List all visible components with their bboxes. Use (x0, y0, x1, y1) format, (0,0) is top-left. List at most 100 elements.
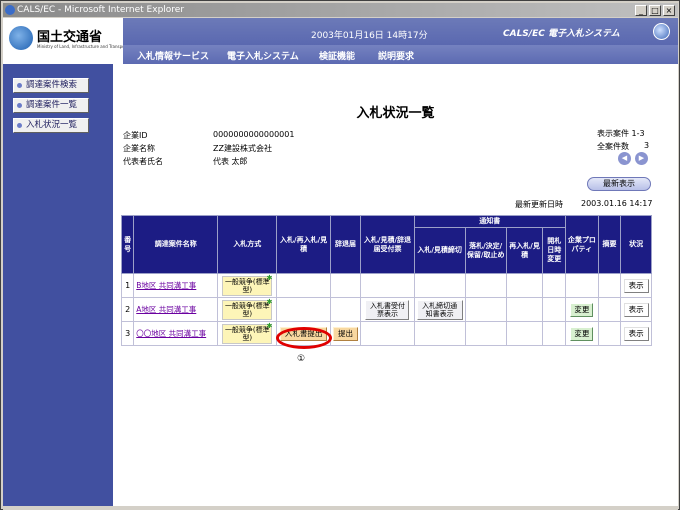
header-notice-bid: 入札/見積締切 (413, 227, 466, 274)
browser-window: CALS/EC - Microsoft Internet Explorer _ … (0, 0, 680, 510)
method-label: 一般競争(標準型) ✱ (222, 321, 273, 344)
sidebar-item-label: 入札状況一覧 (26, 120, 78, 130)
withdraw-submit-button[interactable]: 提出 (333, 326, 359, 341)
flag-icon: ✱ (266, 273, 273, 282)
row-status-cell: 表示 (620, 273, 652, 298)
header-name: 調達案件名称 (133, 215, 219, 274)
row-notice-date-cell (542, 273, 566, 298)
menu-verify[interactable]: 検証機能 (319, 49, 355, 62)
method-label: 一般競争(標準型) ✱ (222, 297, 273, 320)
last-updated: 2003.01.16 14:17 (581, 199, 653, 208)
row-summary-cell (597, 297, 622, 322)
deadline-notice-view-button[interactable]: 入札締切通知書表示 (416, 299, 463, 320)
ie-icon (5, 5, 15, 15)
header-band: 2003年01月16日 14時17分 CALS/EC 電子入札システム 入札情報… (123, 18, 678, 64)
row-name-cell: 〇〇地区 共同溝工事 (133, 321, 219, 346)
menu-explain-request[interactable]: 説明要求 (378, 49, 414, 62)
project-link[interactable]: 〇〇地区 共同溝工事 (136, 329, 206, 338)
company-name: ZZ建設株式会社 (213, 144, 272, 153)
row-notice-bid-cell: 入札締切通知書表示 (413, 297, 466, 322)
row-notice-decision-cell (464, 273, 507, 298)
row-method-cell: 一般競争(標準型) ✱ (217, 297, 278, 322)
flag-icon: ✱ (266, 297, 273, 306)
status-show-button[interactable]: 表示 (623, 326, 649, 341)
row-num: 1 (120, 273, 135, 298)
row-company-cell: 変更 (564, 297, 599, 322)
row-notice-date-cell (542, 297, 566, 322)
minimize-button[interactable]: _ (635, 5, 647, 16)
header-notice-decision: 落札/決定/保留/取止め (464, 227, 507, 274)
prev-page-icon[interactable]: ◀ (618, 152, 631, 165)
row-summary-cell (597, 273, 622, 298)
row-withdraw-cell (329, 297, 362, 322)
main-content: 入札状況一覧 企業ID 0000000000000001 企業名称 ZZ建設株式… (113, 64, 678, 506)
display-count: 表示案件 1-3 (597, 129, 645, 138)
row-method-cell: 一般競争(標準型) ✱ (217, 273, 278, 298)
row-company-cell (564, 273, 599, 298)
row-receipt-cell (360, 321, 415, 346)
row-company-cell: 変更 (564, 321, 599, 346)
row-num: 2 (120, 297, 135, 322)
system-name: CALS/EC 電子入札システム (503, 29, 620, 39)
receipt-view-button[interactable]: 入札書受付票表示 (365, 299, 410, 320)
org-name: 国土交通省 (37, 30, 103, 45)
sidebar-item-search[interactable]: 調達案件検索 (13, 78, 89, 93)
header-status: 状況 (620, 215, 652, 274)
header-notice-date: 開札日時変更 (542, 227, 566, 274)
org-sub: Ministry of Land, Infrastructure and Tra… (37, 44, 128, 49)
rep-name: 代表 太郎 (213, 157, 248, 166)
help-icon[interactable] (653, 23, 670, 40)
close-button[interactable]: × (663, 5, 675, 16)
status-show-button[interactable]: 表示 (623, 278, 649, 293)
row-withdraw-cell (329, 273, 362, 298)
row-summary-cell (597, 321, 622, 346)
row-notice-rebid-cell (505, 321, 544, 346)
total-count-label: 全案件数 (597, 142, 629, 151)
company-change-button[interactable]: 変更 (570, 326, 594, 341)
bid-status-table: 番号 調達案件名称 入札方式 入札/再入札/見積 辞退届 入札/見積/辞退届受付… (120, 215, 652, 346)
bullet-icon (17, 103, 22, 108)
project-link[interactable]: A地区 共同溝工事 (136, 305, 196, 314)
refresh-button[interactable]: 最新表示 (587, 177, 651, 191)
sidebar-item-status[interactable]: 入札状況一覧 (13, 118, 89, 133)
maximize-button[interactable]: □ (649, 5, 661, 16)
row-method-cell: 一般競争(標準型) ✱ (217, 321, 278, 346)
company-id: 0000000000000001 (213, 130, 295, 139)
next-page-icon[interactable]: ▶ (635, 152, 648, 165)
sidebar-item-list[interactable]: 調達案件一覧 (13, 98, 89, 113)
row-notice-bid-cell (413, 321, 466, 346)
header-company: 企業プロパティ (564, 215, 599, 274)
company-change-button[interactable]: 変更 (570, 302, 594, 317)
row-notice-decision-cell (464, 297, 507, 322)
header-notice-group: 通知書 (413, 215, 566, 228)
menu-bar: 入札情報サービス 電子入札システム 検証機能 説明要求 (123, 45, 678, 64)
status-bar (3, 506, 678, 510)
row-notice-rebid-cell (505, 297, 544, 322)
header-banner: 国土交通省 Ministry of Land, Infrastructure a… (3, 18, 678, 64)
row-bid-cell (276, 273, 331, 298)
company-id-label: 企業ID (123, 131, 148, 140)
row-notice-rebid-cell (505, 273, 544, 298)
bullet-icon (17, 123, 22, 128)
header-summary: 摘要 (597, 215, 622, 274)
bullet-icon (17, 83, 22, 88)
row-receipt-cell: 入札書受付票表示 (360, 297, 415, 322)
row-name-cell: B地区 共同溝工事 (133, 273, 219, 298)
row-notice-decision-cell (464, 321, 507, 346)
row-notice-date-cell (542, 321, 566, 346)
table-row: 3 〇〇地区 共同溝工事 一般競争(標準型) ✱ 入札書提出 提出 変更 表示 (120, 321, 652, 346)
row-num: 3 (120, 321, 135, 346)
project-link[interactable]: B地区 共同溝工事 (136, 281, 196, 290)
ministry-logo: 国土交通省 Ministry of Land, Infrastructure a… (9, 24, 128, 60)
status-show-button[interactable]: 表示 (623, 302, 649, 317)
rep-name-label: 代表者氏名 (123, 157, 163, 166)
total-count: 3 (644, 141, 650, 150)
window-title: CALS/EC - Microsoft Internet Explorer (17, 5, 185, 15)
last-updated-label: 最新更新日時 (515, 200, 563, 209)
menu-ebid-system[interactable]: 電子入札システム (227, 49, 299, 62)
header-bid: 入札/再入札/見積 (276, 215, 331, 274)
highlight-circle (276, 327, 332, 349)
menu-bid-info[interactable]: 入札情報サービス (137, 49, 209, 62)
page-title: 入札状況一覧 (356, 106, 435, 121)
flag-icon: ✱ (266, 321, 273, 330)
